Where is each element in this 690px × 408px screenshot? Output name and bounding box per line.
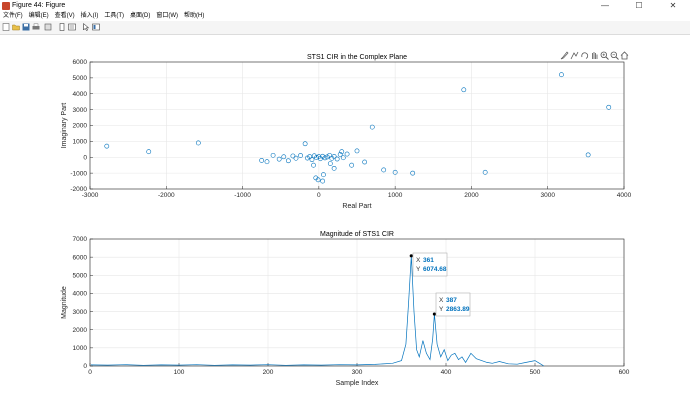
x-tick-label: 400 [441, 369, 452, 376]
x-tick-label: 100 [174, 369, 185, 376]
x-tick-label: 200 [263, 369, 274, 376]
datatip-y-value: 6074.68 [423, 266, 447, 273]
x-tick-label: 0 [88, 369, 92, 376]
y-tick-label: 1000 [73, 345, 88, 352]
y-tick-label: 7000 [73, 236, 88, 243]
y-tick-label: 0 [83, 363, 87, 370]
y-tick-label: 2000 [73, 327, 88, 334]
y-tick-label: 5000 [73, 272, 88, 279]
y-tick-label: 4000 [73, 291, 88, 298]
datatip-x-value: 387 [446, 297, 457, 304]
datatip-y-label: Y [439, 306, 444, 313]
datatip-x-label: X [416, 257, 421, 264]
x-tick-label: 300 [352, 369, 363, 376]
line-plot-magnitude[interactable]: 0 100 200 300 400 500 600010002000300040005000… [0, 0, 690, 408]
y-tick-label: 3000 [73, 309, 88, 316]
datatip-x-value: 361 [423, 257, 434, 264]
datatip-x-label: X [439, 297, 444, 304]
chart-title: Magnitude of STS1 CIR [320, 231, 394, 238]
y-tick-label: 6000 [73, 254, 88, 261]
datatip-marker [409, 254, 413, 258]
datatip-marker [432, 312, 437, 316]
x-axis-label: Sample Index [336, 380, 379, 387]
datatip-y-value: 2863.89 [446, 306, 470, 313]
x-tick-label: 600 [619, 369, 630, 376]
y-axis-label: Magnitude [61, 286, 68, 319]
datatip-y-label: Y [416, 266, 421, 273]
x-tick-label: 500 [530, 369, 541, 376]
